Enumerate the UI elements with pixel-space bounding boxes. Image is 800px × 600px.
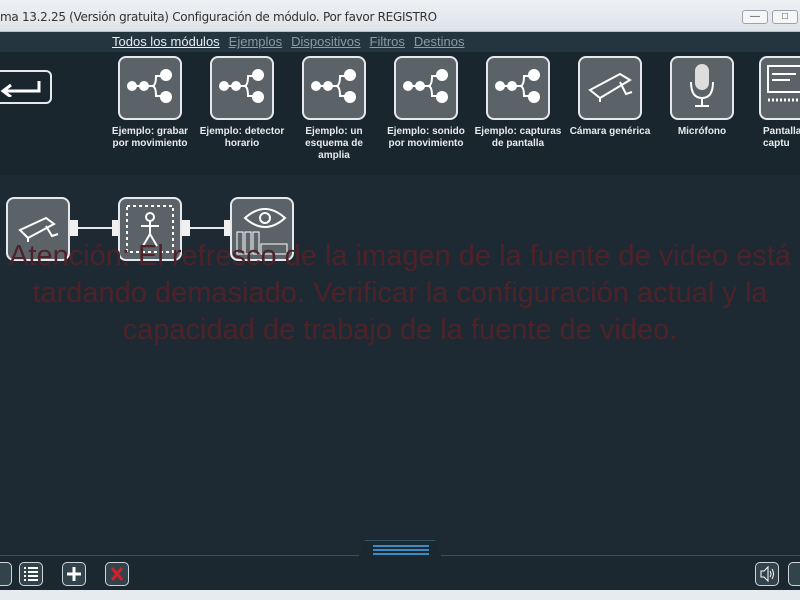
maximize-button[interactable]: □ bbox=[772, 10, 798, 24]
module-item[interactable]: Ejemplo: capturas de pantalla bbox=[473, 56, 563, 150]
module-label: Micrófono bbox=[677, 126, 727, 137]
panel-drag-handle[interactable] bbox=[358, 540, 442, 556]
module-label: Pantalla captu bbox=[763, 126, 800, 149]
scheme-icon bbox=[310, 66, 358, 111]
tab-filters[interactable]: Filtros bbox=[370, 34, 405, 49]
module-item[interactable]: Pantalla captu bbox=[749, 56, 800, 150]
tab-examples[interactable]: Ejemplos bbox=[229, 34, 282, 49]
module-item[interactable]: Ejemplo: grabar por movimiento bbox=[105, 56, 195, 150]
module-label: Ejemplo: grabar por movimiento bbox=[111, 126, 189, 149]
status-strip bbox=[0, 590, 800, 600]
minimize-button[interactable]: — bbox=[742, 10, 768, 24]
camera-icon bbox=[586, 66, 634, 111]
scheme-icon bbox=[218, 66, 266, 111]
window-title: ma 13.2.25 (Versión gratuita) Configurac… bbox=[0, 10, 437, 24]
speaker-icon bbox=[760, 565, 774, 583]
module-icon-box bbox=[759, 56, 800, 120]
module-icon-box bbox=[394, 56, 458, 120]
toolbar-button-right[interactable] bbox=[788, 562, 800, 586]
module-label: Cámara genérica bbox=[569, 126, 651, 137]
tab-devices[interactable]: Dispositivos bbox=[291, 34, 360, 49]
connector-line bbox=[78, 227, 116, 229]
module-item[interactable]: Ejemplo: sonido por movimiento bbox=[381, 56, 471, 150]
module-item[interactable]: Ejemplo: un esquema de amplia bbox=[289, 56, 379, 162]
title-bar: ma 13.2.25 (Versión gratuita) Configurac… bbox=[0, 0, 800, 32]
microphone-icon bbox=[687, 62, 717, 115]
back-arrow-icon bbox=[0, 81, 41, 97]
module-icon-box bbox=[118, 56, 182, 120]
tab-all-modules[interactable]: Todos los módulos bbox=[112, 34, 220, 49]
connector-line bbox=[190, 227, 228, 229]
connector-plug bbox=[70, 220, 78, 236]
module-icon-box bbox=[670, 56, 734, 120]
list-button[interactable] bbox=[19, 562, 43, 586]
plus-icon bbox=[67, 567, 81, 581]
module-label: Ejemplo: capturas de pantalla bbox=[474, 126, 562, 149]
delete-button[interactable] bbox=[105, 562, 129, 586]
tab-destinations[interactable]: Destinos bbox=[414, 34, 465, 49]
connector-plug bbox=[182, 220, 190, 236]
module-icon-box bbox=[210, 56, 274, 120]
module-icon-box bbox=[486, 56, 550, 120]
add-button[interactable] bbox=[62, 562, 86, 586]
sound-button[interactable] bbox=[755, 562, 779, 586]
module-item[interactable]: Micrófono bbox=[657, 56, 747, 138]
module-item[interactable]: Ejemplo: detector horario bbox=[197, 56, 287, 150]
module-label: Ejemplo: un esquema de amplia bbox=[305, 126, 363, 161]
warning-message: Atención: El refresco de la imagen de la… bbox=[9, 240, 791, 346]
module-label: Ejemplo: detector horario bbox=[199, 126, 285, 149]
back-button[interactable] bbox=[0, 70, 52, 104]
module-item[interactable]: Cámara genérica bbox=[565, 56, 655, 138]
category-tabs: Todos los módulos Ejemplos Dispositivos … bbox=[0, 32, 800, 52]
list-icon bbox=[24, 567, 38, 581]
screen-capture-icon bbox=[766, 64, 800, 113]
scheme-icon bbox=[494, 66, 542, 111]
module-icon-box bbox=[578, 56, 642, 120]
toolbar-button[interactable] bbox=[0, 562, 12, 586]
scheme-icon bbox=[126, 66, 174, 111]
scheme-icon bbox=[402, 66, 450, 111]
red-x-icon bbox=[110, 567, 124, 581]
module-label: Ejemplo: sonido por movimiento bbox=[387, 126, 465, 149]
module-icon-box bbox=[302, 56, 366, 120]
